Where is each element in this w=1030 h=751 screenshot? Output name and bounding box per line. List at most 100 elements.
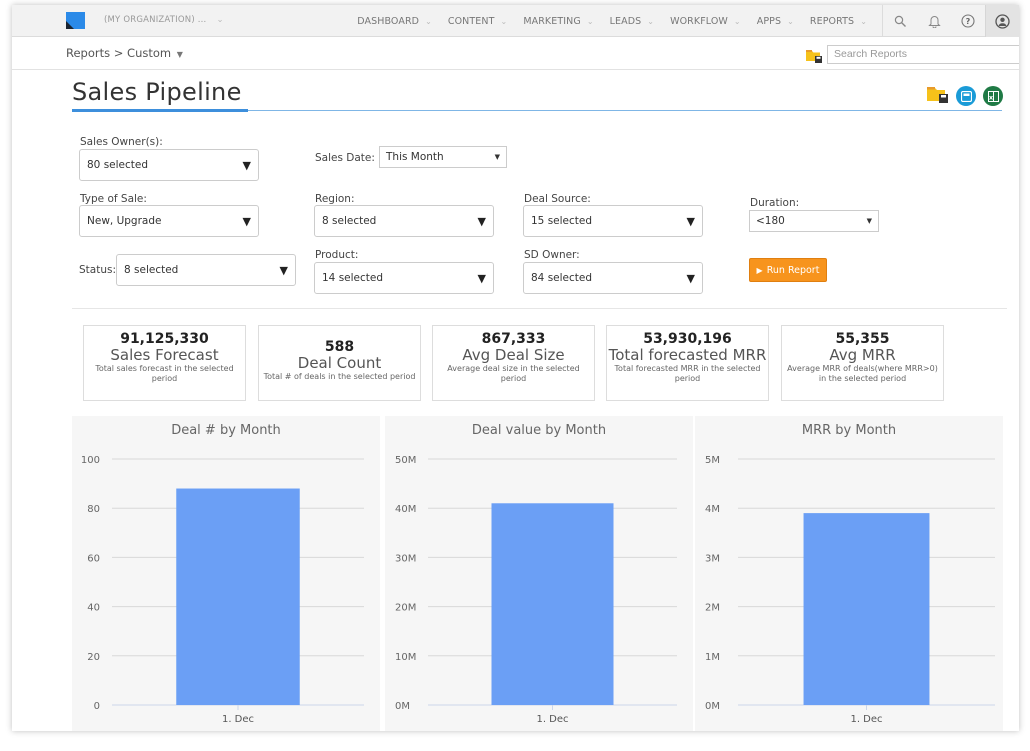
- top-nav: (MY ORGANIZATION) ... ⌄ DASHBOARD ⌄ CONTEN…: [12, 5, 1019, 37]
- kpi-name: Avg MRR: [829, 346, 896, 364]
- logo-icon[interactable]: [66, 12, 85, 29]
- kpi-description: Total # of deals in the selected period: [263, 372, 416, 381]
- org-name: (MY ORGANIZATION) ...: [104, 15, 207, 25]
- run-report-button[interactable]: ▶ Run Report: [749, 258, 827, 282]
- y-tick-label: 30M: [395, 553, 416, 564]
- menu-label: APPS: [756, 15, 782, 27]
- y-tick-label: 60: [87, 553, 100, 564]
- chevron-down-icon: ⌄: [425, 16, 432, 26]
- menu-dashboard[interactable]: DASHBOARD ⌄: [357, 16, 432, 27]
- x-tick-label: 1. Dec: [536, 714, 568, 725]
- caret-down-icon: ▼: [686, 271, 695, 285]
- main-menu: DASHBOARD ⌄ CONTENT ⌄ MARKETING ⌄ LEADS ⌄ WO…: [341, 5, 867, 37]
- deal-source-select[interactable]: 15 selected ▼: [523, 205, 703, 237]
- chart-plot: 0 20 40 60 80 100 1. Dec: [81, 455, 364, 725]
- menu-label: CONTENT: [447, 15, 495, 27]
- menu-label: LEADS: [609, 15, 642, 27]
- duration-select[interactable]: <180 ▼: [749, 210, 879, 232]
- kpi-card-deal-count: 588 Deal Count Total # of deals in the s…: [258, 325, 421, 401]
- kpi-description: Total sales forecast in the selected per…: [95, 364, 234, 383]
- sd-owner-value: 84 selected: [531, 272, 593, 284]
- y-tick-label: 0: [94, 701, 100, 712]
- deal-source-label: Deal Source:: [524, 193, 591, 205]
- menu-label: REPORTS: [809, 15, 855, 27]
- chevron-down-icon: ⌄: [787, 16, 794, 26]
- kpi-name: Total forecasted MRR: [608, 346, 767, 364]
- org-switcher[interactable]: (MY ORGANIZATION) ... ⌄: [104, 15, 224, 25]
- chevron-down-icon: ⌄: [500, 16, 508, 26]
- x-tick-label: 1. Dec: [850, 714, 882, 725]
- kpi-card-total-mrr: 53,930,196 Total forecasted MRR Total fo…: [606, 325, 769, 401]
- y-tick-label: 2M: [705, 603, 720, 614]
- sales-owner-select[interactable]: 80 selected ▼: [79, 149, 259, 181]
- chart-deal-count-by-month: Deal # by Month 0 20 40 60 80 100 1. Dec: [72, 416, 380, 731]
- type-of-sale-value: New, Upgrade: [87, 215, 162, 227]
- chart-plot: 0M 10M 20M 30M 40M 50M 1. Dec: [395, 455, 677, 725]
- bar: [803, 513, 930, 705]
- profile-icon: [995, 13, 1010, 29]
- caret-down-icon: ▼: [176, 50, 183, 59]
- status-select[interactable]: 8 selected ▼: [116, 254, 296, 286]
- breadcrumb-text: Reports > Custom: [66, 46, 172, 60]
- profile-button[interactable]: [985, 5, 1019, 37]
- menu-leads[interactable]: LEADS ⌄: [610, 16, 654, 27]
- chevron-down-icon: ⌄: [860, 16, 867, 26]
- menu-workflow[interactable]: WORKFLOW ⌄: [670, 16, 741, 27]
- notifications-button[interactable]: [917, 5, 951, 37]
- floppy-icon: [960, 90, 972, 102]
- y-tick-label: 40M: [395, 504, 416, 515]
- sales-date-select[interactable]: This Month ▼: [379, 146, 507, 168]
- duration-label: Duration:: [750, 197, 800, 209]
- search-icon: [894, 15, 906, 27]
- y-tick-label: 100: [81, 455, 100, 466]
- kpi-description: Total forecasted MRR in the selected per…: [614, 364, 761, 383]
- sales-owner-value: 80 selected: [87, 159, 149, 171]
- sales-date-value: This Month: [386, 151, 444, 163]
- caret-down-icon: ▼: [866, 217, 872, 225]
- kpi-name: Sales Forecast: [110, 346, 219, 364]
- chevron-down-icon: ⌄: [586, 16, 594, 26]
- section-divider: [72, 308, 1007, 309]
- export-toolbar: x: [927, 85, 1003, 107]
- search-reports-input[interactable]: Search Reports: [827, 45, 1019, 64]
- type-of-sale-select[interactable]: New, Upgrade ▼: [79, 205, 259, 237]
- folder-save-icon: [806, 50, 822, 63]
- caret-down-icon: ▼: [242, 214, 251, 228]
- save-to-folder-button[interactable]: [927, 85, 949, 107]
- help-button[interactable]: ?: [951, 5, 985, 37]
- y-tick-label: 4M: [705, 504, 720, 515]
- menu-marketing[interactable]: MARKETING ⌄: [523, 16, 593, 27]
- menu-reports[interactable]: REPORTS ⌄: [810, 16, 867, 27]
- product-select[interactable]: 14 selected ▼: [314, 262, 494, 294]
- caret-down-icon: ▼: [686, 214, 695, 228]
- kpi-description: Average deal size in the selected period: [447, 364, 580, 383]
- kpi-value: 91,125,330: [120, 331, 209, 347]
- duration-value: <180: [756, 215, 785, 227]
- caret-down-icon: ▼: [279, 263, 288, 277]
- y-tick-label: 0M: [705, 701, 720, 712]
- y-tick-label: 1M: [705, 652, 720, 663]
- kpi-value: 588: [324, 339, 355, 355]
- region-select[interactable]: 8 selected ▼: [314, 205, 494, 237]
- play-icon: ▶: [756, 265, 763, 275]
- menu-content[interactable]: CONTENT ⌄: [448, 16, 507, 27]
- y-tick-label: 50M: [395, 455, 416, 466]
- chart-mrr-by-month: MRR by Month 0M 1M 2M 3M 4M 5M 1. Dec: [695, 416, 1003, 731]
- kpi-value: 867,333: [481, 331, 546, 347]
- menu-apps[interactable]: APPS ⌄: [757, 16, 794, 27]
- save-report-button[interactable]: [956, 86, 976, 106]
- page-title: Sales Pipeline: [72, 78, 242, 106]
- breadcrumb[interactable]: Reports > Custom ▼: [66, 46, 183, 60]
- sd-owner-select[interactable]: 84 selected ▼: [523, 262, 703, 294]
- menu-label: WORKFLOW: [670, 15, 728, 27]
- saved-reports-button[interactable]: [806, 48, 823, 67]
- export-excel-button[interactable]: x: [983, 86, 1003, 106]
- sd-owner-label: SD Owner:: [524, 249, 580, 261]
- region-value: 8 selected: [322, 215, 377, 227]
- y-tick-label: 5M: [705, 455, 720, 466]
- search-button[interactable]: [883, 5, 917, 37]
- deal-source-value: 15 selected: [531, 215, 593, 227]
- y-tick-label: 20M: [395, 603, 416, 614]
- region-label: Region:: [315, 193, 355, 205]
- kpi-card-avg-mrr: 55,355 Avg MRR Average MRR of deals(wher…: [781, 325, 944, 401]
